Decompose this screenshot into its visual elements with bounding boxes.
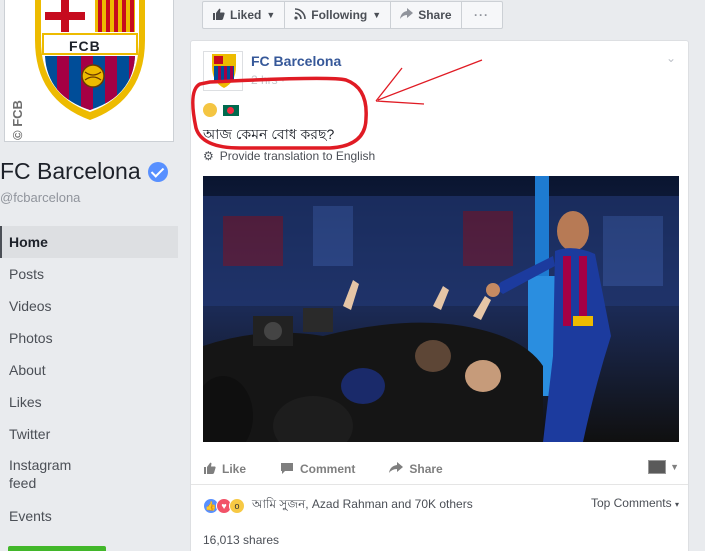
page-nav: Home Posts Videos Photos About Likes Twi…: [0, 226, 178, 532]
waving-hand-emoji-icon: [203, 103, 217, 117]
bangladesh-flag-icon: [223, 104, 239, 116]
celebration-photo: [203, 176, 679, 442]
chevron-down-icon: ▼: [266, 10, 276, 20]
crest-text: FCB: [69, 38, 101, 54]
like-label: Like: [222, 462, 247, 476]
gear-icon: ⚙: [203, 149, 214, 163]
more-options-button[interactable]: ···: [462, 2, 502, 28]
fcb-watermark: © FCB: [10, 100, 25, 140]
share-arrow-icon: [389, 461, 404, 477]
post-author-avatar[interactable]: [203, 51, 243, 91]
following-label: Following: [311, 8, 368, 22]
verified-badge-icon: [147, 161, 168, 182]
page-action-bar: Liked ▼ Following ▼ Share ···: [202, 1, 503, 29]
share-label: Share: [409, 462, 443, 476]
share-arrow-icon: [400, 8, 414, 22]
nav-item-likes[interactable]: Likes: [0, 386, 178, 418]
top-comments-dropdown[interactable]: Top Comments ▾: [591, 496, 679, 510]
nav-item-videos[interactable]: Videos: [0, 290, 178, 322]
post-card: FC Barcelona 2 hrs · ⌄ আজ কেমন বোধ করছ? …: [190, 40, 689, 551]
share-button[interactable]: Share: [389, 461, 443, 477]
like-button[interactable]: Like: [203, 462, 246, 477]
translation-link[interactable]: ⚙ Provide translation to English: [203, 149, 375, 163]
profile-picture[interactable]: FCB © FCB: [4, 0, 174, 142]
rss-icon: [294, 7, 307, 23]
create-button[interactable]: [8, 546, 106, 551]
nav-item-photos[interactable]: Photos: [0, 322, 178, 354]
fcb-crest-logo: [5, 0, 173, 141]
chevron-down-icon: ▼: [670, 462, 679, 472]
share-label: Share: [418, 8, 452, 22]
nav-item-about[interactable]: About: [0, 354, 178, 386]
thumbs-up-icon: [212, 8, 225, 23]
comment-bubble-icon: [280, 462, 294, 477]
page-handle[interactable]: @fcbarcelona: [0, 190, 80, 205]
reaction-icons[interactable]: 👍 ♥ o: [203, 498, 245, 514]
page-name-text[interactable]: FC Barcelona: [0, 158, 141, 185]
post-as-selector[interactable]: ▼: [648, 460, 679, 474]
post-action-bar: Like Comment Share ▼: [203, 454, 679, 484]
share-page-button[interactable]: Share: [391, 2, 462, 28]
post-options-chevron-icon[interactable]: ⌄: [666, 51, 676, 65]
right-gutter: [698, 0, 705, 551]
nav-item-posts[interactable]: Posts: [0, 258, 178, 290]
chevron-down-icon: ▾: [674, 500, 679, 509]
comment-button[interactable]: Comment: [280, 462, 355, 477]
reactors-summary[interactable]: আমি সুজন, Azad Rahman and 70K others: [252, 496, 473, 516]
nav-item-instagram-feed[interactable]: Instagram feed: [0, 450, 178, 500]
chevron-down-icon: ▼: [372, 10, 382, 20]
comment-label: Comment: [300, 462, 356, 476]
liked-label: Liked: [230, 8, 262, 22]
following-button[interactable]: Following ▼: [285, 2, 392, 28]
wow-reaction-icon: o: [229, 498, 245, 514]
divider: [191, 484, 688, 485]
user-avatar: [648, 460, 667, 474]
thumbs-up-icon: [203, 462, 216, 477]
post-text: আজ কেমন বোধ করছ?: [203, 126, 335, 142]
nav-item-events[interactable]: Events: [0, 500, 178, 532]
nav-item-twitter[interactable]: Twitter: [0, 418, 178, 450]
post-timestamp[interactable]: 2 hrs ·: [251, 73, 285, 87]
post-emoji-line: [203, 103, 239, 117]
post-author-name[interactable]: FC Barcelona: [251, 53, 341, 69]
translation-label: Provide translation to English: [219, 149, 376, 163]
nav-item-instagram-label: Instagram feed: [9, 457, 72, 491]
top-comments-label: Top Comments: [590, 496, 672, 510]
reactions-row: 👍 ♥ o আমি সুজন, Azad Rahman and 70K othe…: [203, 496, 679, 516]
post-photo[interactable]: [203, 176, 679, 442]
page-title: FC Barcelona: [0, 158, 168, 185]
liked-button[interactable]: Liked ▼: [203, 2, 286, 28]
shares-count[interactable]: 16,013 shares: [203, 533, 279, 547]
left-column: FCB © FCB FC Barcelona @fcbarcelona Home…: [0, 0, 190, 551]
nav-item-home[interactable]: Home: [0, 226, 178, 258]
